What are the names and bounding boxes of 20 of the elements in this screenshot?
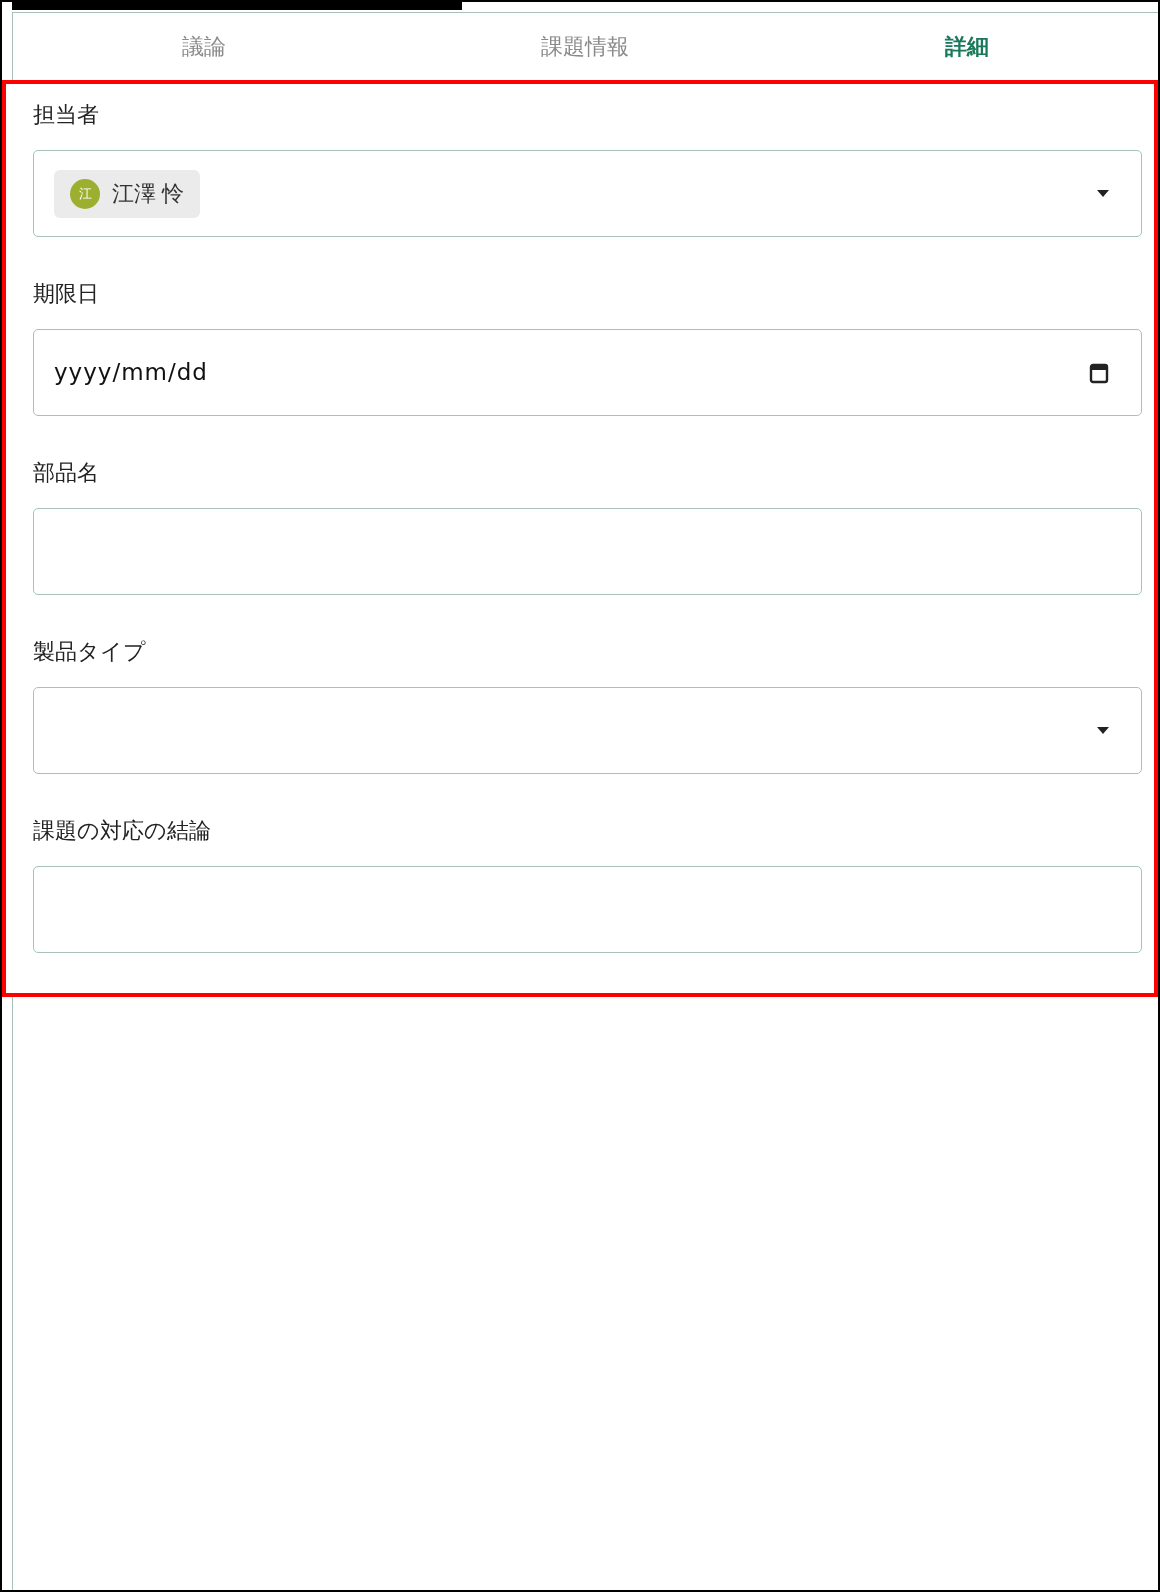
select-field[interactable]: 江 江澤 怜	[33, 150, 1142, 237]
tab[interactable]: 詳細	[776, 13, 1158, 80]
text-field[interactable]	[33, 508, 1142, 595]
field-label: 部品名	[33, 459, 100, 487]
field-label: 期限日	[33, 280, 100, 308]
text-field[interactable]	[33, 866, 1142, 953]
field-label: 担当者	[33, 101, 100, 129]
date-placeholder: yyyy/mm/dd	[54, 358, 209, 388]
assignee-chip[interactable]: 江 江澤 怜	[54, 169, 201, 218]
tab[interactable]: 議論	[13, 13, 395, 80]
field-label: 製品タイプ	[33, 638, 147, 666]
select-field[interactable]	[33, 687, 1142, 774]
tab[interactable]: 課題情報	[394, 13, 777, 80]
dropdown-caret-icon[interactable]	[1097, 190, 1109, 197]
dropdown-caret-icon[interactable]	[1097, 727, 1109, 734]
assignee-name: 江澤 怜	[112, 180, 185, 208]
field-label: 課題の対応の結論	[33, 817, 212, 845]
calendar-icon[interactable]	[1089, 361, 1109, 384]
avatar: 江	[70, 178, 100, 209]
date-field[interactable]: yyyy/mm/dd	[33, 329, 1142, 416]
